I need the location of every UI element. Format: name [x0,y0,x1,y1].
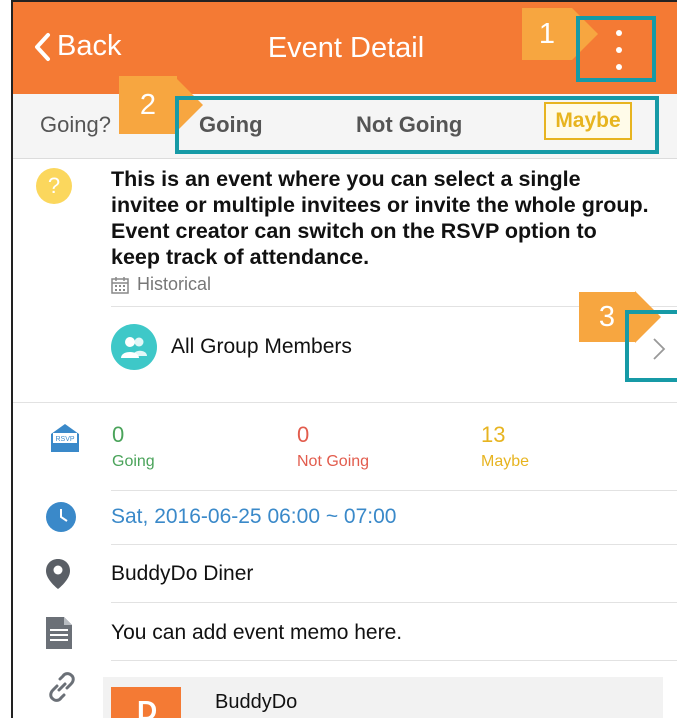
link-icon [49,672,75,702]
stat-going-label: Going [112,453,155,470]
callout-2: 2 [119,76,203,134]
event-datetime-row: Sat, 2016-06-25 06:00 ~ 07:00 [13,490,677,544]
clock-icon [46,502,76,532]
stat-not-going-count: 0 [297,422,310,447]
svg-text:RSVP: RSVP [55,436,74,443]
callout-1-label: 1 [538,17,556,50]
status-text: Historical [137,274,212,294]
highlight-rsvp-options [175,96,659,154]
location-pin-icon [46,559,70,589]
question-icon: ? [36,168,72,204]
memo-icon [46,617,72,649]
link-title: BuddyDo [215,691,298,713]
event-location: BuddyDo Diner [111,562,254,585]
callout-2-label: 2 [139,88,157,121]
event-memo-row: You can add event memo here. [13,606,677,660]
link-thumbnail: D [111,687,181,718]
highlight-more-options [576,16,656,82]
event-datetime: Sat, 2016-06-25 06:00 ~ 07:00 [111,505,397,528]
rsvp-envelope-icon: RSVP [51,424,79,452]
group-icon [111,324,157,370]
divider [111,544,677,545]
invitees-row[interactable]: All Group Members [111,320,352,374]
stat-going-count: 0 [112,422,125,447]
event-description: This is an event where you can select a … [111,167,649,269]
stat-maybe-label: Maybe [481,453,530,470]
event-memo: You can add event memo here. [111,621,403,644]
calendar-icon [111,276,129,294]
invitees-label: All Group Members [171,335,352,358]
callout-3-label: 3 [598,300,616,333]
divider [111,602,677,603]
stat-maybe-count: 13 [481,422,506,447]
highlight-invitees-chevron [625,310,677,382]
stat-not-going-label: Not Going [297,453,370,470]
app-screen: Back Event Detail 1 Going? Going Not Goi… [11,0,677,718]
divider [111,660,677,661]
event-location-row: BuddyDo Diner [13,547,677,601]
link-preview-card[interactable]: D BuddyDo [103,677,663,718]
divider [13,402,677,403]
rsvp-prompt: Going? [40,112,111,137]
event-status: Historical [111,274,211,295]
callout-1: 1 [522,8,598,60]
